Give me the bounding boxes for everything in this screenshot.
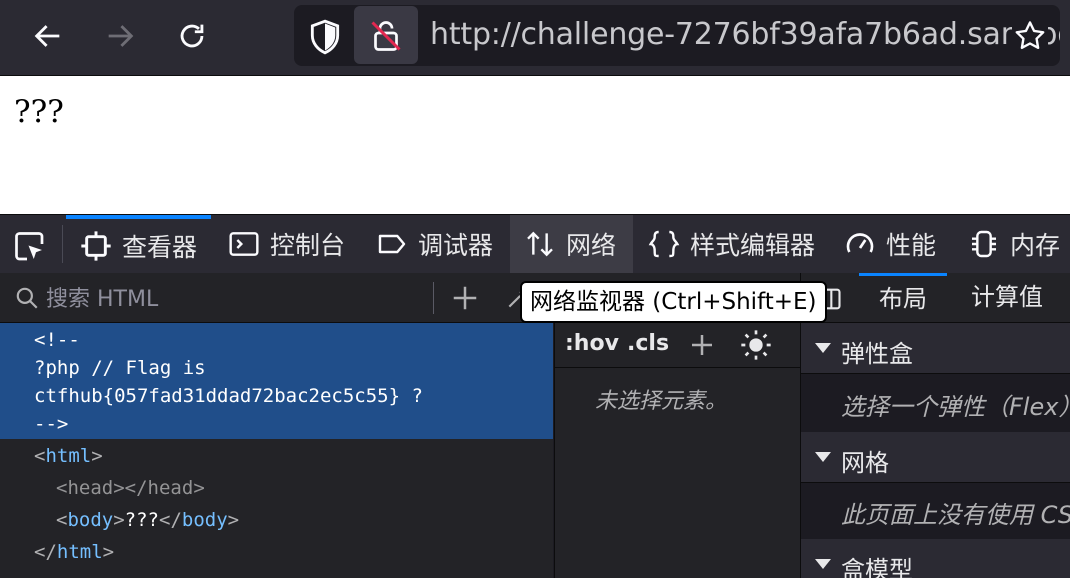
performance-icon xyxy=(846,233,874,253)
web-page-content: ??? xyxy=(0,76,1070,214)
tag-name: html xyxy=(45,445,92,467)
memory-icon xyxy=(972,230,996,258)
comment-line: ctfhub{057fad31ddad72bac2ec5c55} ? xyxy=(34,385,423,407)
arrow-left-icon xyxy=(34,25,60,47)
bookmark-star-icon[interactable] xyxy=(1012,18,1048,54)
site-security-button[interactable] xyxy=(354,6,418,64)
side-panel-tabs: 布局 计算值 xyxy=(800,273,1070,323)
tag-name: body xyxy=(181,509,228,531)
tab-label: 网络 xyxy=(566,231,617,260)
console-icon xyxy=(229,232,259,256)
reload-button[interactable] xyxy=(170,14,214,58)
section-title: 盒模型 xyxy=(841,556,913,578)
comment-line: <!-- xyxy=(34,329,80,351)
html-close-node[interactable]: </html> xyxy=(34,541,114,563)
style-editor-icon xyxy=(648,230,680,258)
devtools-tab-bar: 查看器 控制台 调试器 网络 样式编辑器 性能 内存 xyxy=(0,214,1070,274)
url-text[interactable]: http://challenge-7276bf39afa7b6ad.sandbo… xyxy=(430,17,1060,52)
body-node[interactable]: <body>???</body> xyxy=(56,509,239,531)
reload-icon xyxy=(180,24,204,48)
comment-line: ?php // Flag is xyxy=(34,357,206,379)
tab-network[interactable]: 网络 xyxy=(510,215,633,273)
tab-label: 内存 xyxy=(1010,231,1061,260)
tab-label: 查看器 xyxy=(122,233,198,262)
tracking-protection-shield-icon[interactable] xyxy=(306,18,344,56)
page-body-text: ??? xyxy=(14,94,64,130)
tab-label: 调试器 xyxy=(418,231,494,260)
search-icon xyxy=(16,287,38,309)
selected-comment-node[interactable] xyxy=(0,323,553,439)
search-html-input[interactable] xyxy=(44,283,428,315)
network-icon xyxy=(527,231,553,257)
tab-performance[interactable]: 性能 xyxy=(844,215,936,273)
forward-button[interactable] xyxy=(98,14,142,58)
element-picker-icon[interactable] xyxy=(12,229,48,265)
flexbox-hint-text: 选择一个弹性（Flex） xyxy=(841,393,1070,421)
tab-layout[interactable]: 布局 xyxy=(859,273,947,322)
collapse-arrow-icon xyxy=(815,343,831,353)
hov-toggle[interactable]: :hov xyxy=(565,331,619,356)
tab-memory[interactable]: 内存 xyxy=(968,215,1060,273)
light-mode-icon[interactable] xyxy=(740,329,772,361)
debugger-icon xyxy=(378,234,406,254)
arrow-right-icon xyxy=(108,25,134,47)
back-button[interactable] xyxy=(26,14,70,58)
layout-panel: 弹性盒 选择一个弹性（Flex） 网格 此页面上没有使用 CS 盒模型 xyxy=(800,323,1070,578)
tab-label: 性能 xyxy=(886,231,937,260)
tab-debugger[interactable]: 调试器 xyxy=(376,215,493,273)
tab-console[interactable]: 控制台 xyxy=(228,215,345,273)
tab-label: 控制台 xyxy=(270,231,346,260)
tab-inspector[interactable]: 查看器 xyxy=(66,215,212,273)
tab-computed[interactable]: 计算值 xyxy=(971,273,1043,322)
collapse-arrow-icon xyxy=(815,559,831,569)
no-element-selected-text: 未选择元素。 xyxy=(595,389,728,414)
grid-hint-text: 此页面上没有使用 CS xyxy=(841,501,1070,529)
cls-toggle[interactable]: .cls xyxy=(627,331,669,356)
collapse-arrow-icon xyxy=(815,452,831,462)
flexbox-section-header[interactable]: 弹性盒 xyxy=(801,323,1070,374)
toolbar-separator xyxy=(433,282,434,314)
rules-toolbar: :hov .cls xyxy=(555,323,800,368)
head-node[interactable]: <head></head> xyxy=(56,477,205,499)
devtools-separator xyxy=(62,225,63,263)
url-bar[interactable]: http://challenge-7276bf39afa7b6ad.sandbo… xyxy=(294,5,1060,66)
section-title: 弹性盒 xyxy=(841,340,913,368)
tab-label: 样式编辑器 xyxy=(690,231,816,260)
grid-section-header[interactable]: 网格 xyxy=(801,432,1070,483)
tag-name: body xyxy=(67,509,114,531)
rules-view: :hov .cls 未选择元素。 xyxy=(554,323,800,578)
tag-name: head xyxy=(147,477,194,499)
html-open-node[interactable]: <html> xyxy=(34,445,103,467)
add-node-button[interactable] xyxy=(450,283,480,313)
inspector-icon xyxy=(81,231,111,261)
tab-style-editor[interactable]: 样式编辑器 xyxy=(648,215,815,273)
network-tab-tooltip: 网络监视器 (Ctrl+Shift+E) xyxy=(520,281,827,323)
box-model-section-header[interactable]: 盒模型 xyxy=(801,539,1070,578)
body-text: ??? xyxy=(124,509,159,531)
comment-line: --> xyxy=(34,413,69,435)
tag-name: html xyxy=(56,541,103,563)
insecure-lock-icon xyxy=(371,21,401,51)
markup-view[interactable]: <!-- ?php // Flag is ctfhub{057fad31ddad… xyxy=(0,323,553,578)
add-rule-button[interactable] xyxy=(687,330,717,360)
tag-name: head xyxy=(67,477,114,499)
browser-toolbar: http://challenge-7276bf39afa7b6ad.sandbo… xyxy=(0,0,1070,76)
section-title: 网格 xyxy=(841,449,889,477)
